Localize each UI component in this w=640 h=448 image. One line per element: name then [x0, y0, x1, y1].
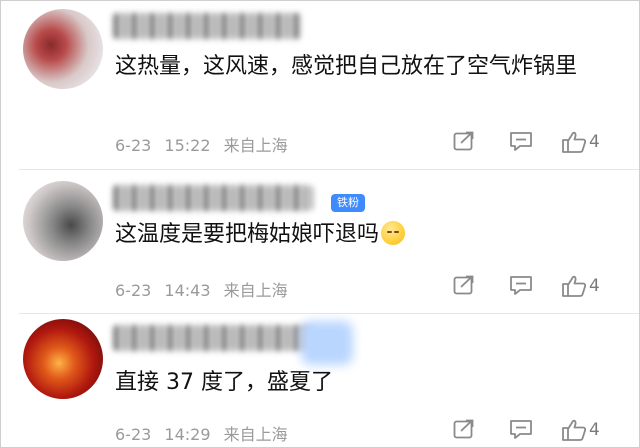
thumbs-up-icon[interactable] — [561, 419, 587, 441]
comment-actions: 4 — [453, 419, 613, 443]
comment-icon[interactable] — [509, 275, 532, 295]
like-count: 4 — [589, 276, 600, 296]
comment-time: 14:29 — [164, 425, 211, 444]
comment-time: 14:43 — [164, 281, 211, 300]
comment-meta: 6-23 14:29 来自上海 — [115, 421, 296, 445]
fan-badge: 铁粉 — [331, 194, 365, 212]
comment-list: 这热量，这风速，感觉把自己放在了空气炸锅里 6-23 15:22 来自上海 4 … — [0, 0, 640, 448]
like-count: 4 — [589, 420, 600, 440]
comment-icon[interactable] — [509, 419, 532, 439]
username-blurred — [301, 321, 353, 365]
comment-location: 来自上海 — [223, 281, 288, 300]
username-blurred[interactable] — [113, 185, 313, 211]
comment-text: 直接 37 度了，盛夏了 — [115, 370, 333, 395]
username-blurred[interactable] — [113, 325, 313, 351]
avatar[interactable] — [23, 181, 103, 261]
comment-actions: 4 — [453, 275, 613, 299]
thumbs-up-icon[interactable] — [561, 275, 587, 297]
comment-date: 6-23 — [115, 281, 152, 300]
avatar[interactable] — [23, 319, 103, 399]
comment-text: 这温度是要把梅姑娘吓退吗 — [115, 215, 620, 255]
comment-item: 直接 37 度了，盛夏了 6-23 14:29 来自上海 4 — [1, 1, 640, 444]
sleepy-face-icon — [381, 221, 406, 245]
comment-text-content: 这温度是要把梅姑娘吓退吗 — [115, 222, 380, 247]
share-icon[interactable] — [453, 419, 475, 439]
comment-location: 来自上海 — [223, 425, 288, 444]
comment-date: 6-23 — [115, 425, 152, 444]
divider — [19, 169, 639, 170]
share-icon[interactable] — [453, 275, 475, 295]
divider — [19, 313, 639, 314]
comment-meta: 6-23 14:43 来自上海 — [115, 277, 296, 301]
